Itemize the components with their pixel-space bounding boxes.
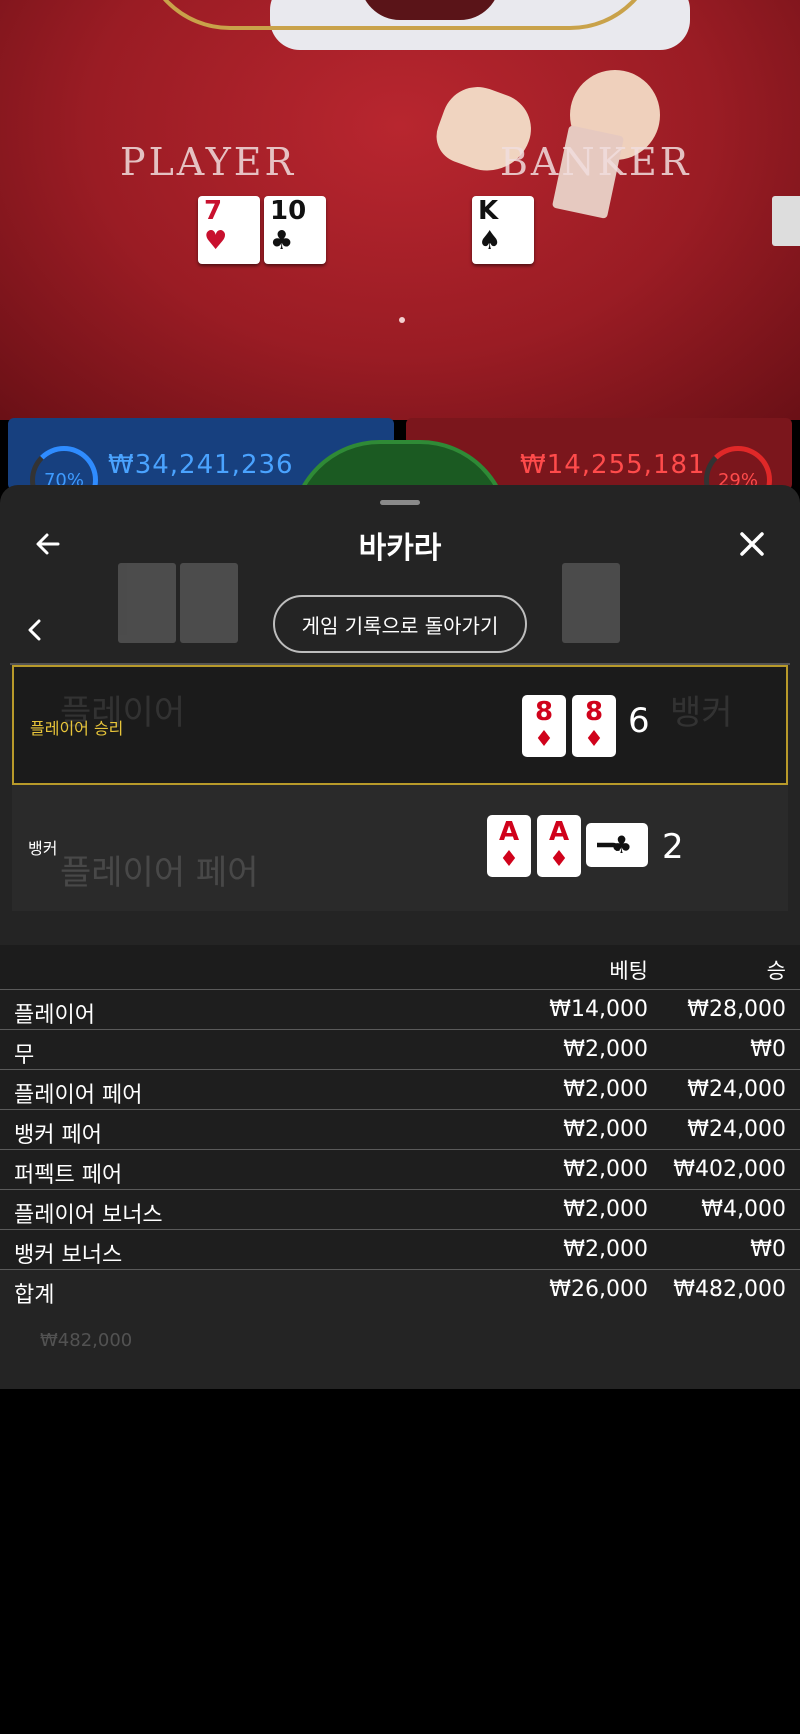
table-row: 플레이어 페어 ₩2,000 ₩24,000 (0, 1069, 800, 1109)
table-header: 베팅 승 (0, 945, 800, 989)
win-amount: ₩402,000 (673, 1157, 786, 1182)
column-header-bet: 베팅 (609, 959, 648, 983)
win-amount: ₩24,000 (687, 1077, 786, 1102)
bet-type: 뱅커 보너스 (14, 1243, 123, 1268)
live-video-feed: PLAYER BANKER 7 ♥ 10 ♣ K ♠ (0, 0, 800, 420)
bet-type: 플레이어 보너스 (14, 1203, 163, 1228)
table-row: 플레이어 ₩14,000 ₩28,000 (0, 989, 800, 1029)
win-amount: ₩4,000 (701, 1197, 786, 1222)
close-icon (740, 531, 764, 556)
player-total-amount: ₩34,241,236 (108, 450, 294, 480)
table-row: 뱅커 보너스 ₩2,000 ₩0 (0, 1229, 800, 1269)
bet-type: 퍼펙트 페어 (14, 1163, 123, 1188)
total-win-amount: ₩482,000 (673, 1277, 786, 1302)
bets-table: 베팅 승 플레이어 ₩14,000 ₩28,000 무 ₩2,000 ₩0 플레… (0, 945, 800, 1309)
bet-amount: ₩2,000 (563, 1197, 648, 1222)
table-card: 10 ♣ (264, 196, 326, 264)
banker-result-label: 뱅커 (28, 839, 58, 858)
result-card: A ♦ (487, 815, 531, 877)
table-rail (140, 0, 660, 30)
ghost-card (118, 563, 176, 643)
total-row: 합계 ₩26,000 ₩482,000 (0, 1269, 800, 1309)
bet-amount: ₩2,000 (563, 1077, 648, 1102)
dealt-card (772, 196, 800, 246)
bet-amount: ₩2,000 (563, 1157, 648, 1182)
page-title: 바카라 (358, 531, 442, 566)
table-banker-label: BANKER (500, 140, 692, 184)
column-header-win: 승 (766, 959, 786, 983)
banker-result-row: 뱅커 A ♦ A ♦ J♣ 2 (12, 785, 788, 911)
page-indicator-dot (399, 317, 405, 323)
player-result-label: 플레이어 승리 (30, 719, 124, 738)
table-card: K ♠ (472, 196, 534, 264)
table-player-label: PLAYER (120, 140, 297, 184)
win-amount: ₩0 (750, 1237, 786, 1262)
ghost-card (180, 563, 238, 643)
total-bet-amount: ₩26,000 (549, 1277, 648, 1302)
result-card: 8 ♦ (522, 695, 566, 757)
faded-footer-text: ₩482,000 (40, 1330, 133, 1351)
win-amount: ₩28,000 (687, 997, 786, 1022)
previous-round-button[interactable] (22, 611, 48, 651)
player-score: 6 (628, 701, 650, 741)
chevron-left-icon (28, 619, 41, 640)
win-amount: ₩24,000 (687, 1117, 786, 1142)
third-card-sideways: J♣ (586, 823, 648, 867)
result-card: 8 ♦ (572, 695, 616, 757)
ghost-card (562, 563, 620, 643)
bet-amount: ₩2,000 (563, 1117, 648, 1142)
result-card: A ♦ (537, 815, 581, 877)
bet-amount: ₩2,000 (563, 1037, 648, 1062)
close-button[interactable] (732, 525, 772, 565)
bet-amount: ₩2,000 (563, 1237, 648, 1262)
bet-type: 플레이어 (14, 1003, 95, 1028)
bet-type: 플레이어 페어 (14, 1083, 143, 1108)
game-history-sheet: 플레이어 뱅커 플레이어 페어 바카라 게임 기록으로 돌아가기 플레이어 승리… (0, 485, 800, 1389)
total-label: 합계 (14, 1283, 55, 1308)
table-card: 7 ♥ (198, 196, 260, 264)
banker-score: 2 (662, 827, 684, 867)
table-row: 퍼펙트 페어 ₩2,000 ₩402,000 (0, 1149, 800, 1189)
win-amount: ₩0 (750, 1037, 786, 1062)
bet-amount: ₩14,000 (549, 997, 648, 1022)
bet-type: 뱅커 페어 (14, 1123, 102, 1148)
table-row: 플레이어 보너스 ₩2,000 ₩4,000 (0, 1189, 800, 1229)
table-row: 무 ₩2,000 ₩0 (0, 1029, 800, 1069)
return-to-history-button[interactable]: 게임 기록으로 돌아가기 (273, 595, 527, 653)
banker-total-amount: ₩14,255,181 (520, 450, 706, 480)
sheet-drag-handle[interactable] (380, 500, 420, 505)
table-row: 뱅커 페어 ₩2,000 ₩24,000 (0, 1109, 800, 1149)
bet-type: 무 (14, 1043, 35, 1068)
player-result-row: 플레이어 승리 8 ♦ 8 ♦ 6 (12, 665, 788, 785)
